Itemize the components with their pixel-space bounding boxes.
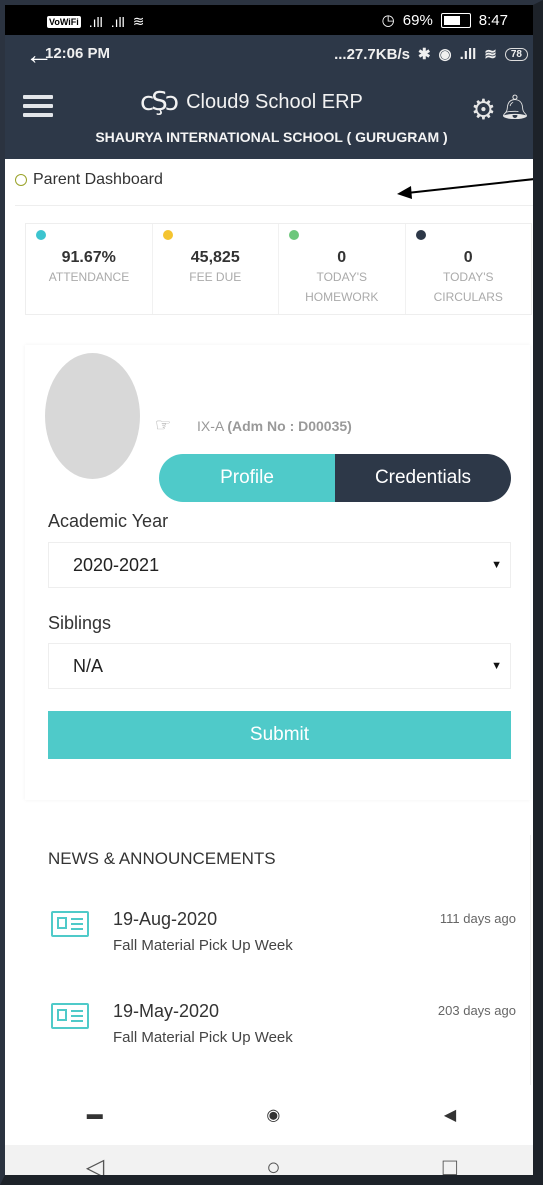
phone-frame: VoWiFi .ıll .ıll ≋ ◷ 69% 8:47 12:06 PM ←… xyxy=(0,0,543,1185)
app-name: Cloud9 School ERP xyxy=(186,90,363,113)
signal-icon-2: .ıll xyxy=(110,13,125,30)
stat-label: TODAY'S CIRCULARS xyxy=(433,270,503,304)
submit-button[interactable]: Submit xyxy=(48,711,511,759)
annotation-arrow-icon xyxy=(397,178,533,199)
news-date: 19-Aug-2020 xyxy=(113,909,218,929)
cloud-logo-icon: cŞɔ xyxy=(140,87,179,117)
siblings-value: N/A xyxy=(73,655,104,676)
battery-icon xyxy=(440,12,471,28)
hand-pointer-icon: ☞ xyxy=(155,415,172,435)
bluetooth-icon: ✱ xyxy=(417,46,431,63)
vowifi-badge: VoWiFi xyxy=(47,15,81,28)
news-ago: 203 days ago xyxy=(437,1003,516,1018)
class-info: IX-A (Adm No : D00035) xyxy=(197,418,352,434)
stat-fee-due[interactable]: 45,825 FEE DUE xyxy=(153,224,279,314)
stat-label: TODAY'S HOMEWORK xyxy=(305,270,379,304)
divider xyxy=(15,205,533,206)
menu-icon[interactable] xyxy=(23,95,53,122)
home-icon[interactable]: ○ xyxy=(266,1154,281,1176)
siblings-label: Siblings xyxy=(48,613,112,633)
breadcrumb-label: Parent Dashboard xyxy=(33,171,163,188)
academic-year-select[interactable]: 2020-2021 ▼ xyxy=(48,542,511,588)
wifi-icon: ≋ xyxy=(132,13,145,29)
stat-homework[interactable]: 0 TODAY'S HOMEWORK xyxy=(279,224,406,314)
stat-value: 0 xyxy=(463,249,473,266)
stat-label: FEE DUE xyxy=(189,270,242,284)
status-dot xyxy=(36,230,46,240)
alarm-icon: ◷ xyxy=(381,12,395,29)
wifi-icon-2: ≋ xyxy=(484,46,497,63)
recent-apps-icon[interactable]: ▬ xyxy=(87,1106,103,1124)
app-header: cŞɔ Cloud9 School ERP ⚙ 🔔︎ SHAURYA INTER… xyxy=(5,73,533,159)
tab-profile[interactable]: Profile xyxy=(159,454,335,502)
toggle-icon: ◉ xyxy=(438,46,452,63)
stat-value: 0 xyxy=(337,249,347,266)
stat-value: 45,825 xyxy=(190,249,240,266)
stat-label: ATTENDANCE xyxy=(48,270,130,284)
os-time: 8:47 xyxy=(478,11,508,29)
breadcrumb: Parent Dashboard xyxy=(15,171,163,189)
school-name: SHAURYA INTERNATIONAL SCHOOL ( GURUGRAM … xyxy=(95,129,448,145)
academic-year-label: Academic Year xyxy=(48,511,169,531)
settings-icon[interactable]: ⚙ xyxy=(471,93,496,126)
os-nav-bar: ◁ ○ □ xyxy=(5,1145,533,1176)
profile-card: ☞ IX-A (Adm No : D00035) Profile Credent… xyxy=(25,345,530,800)
avatar xyxy=(45,353,140,479)
circle-icon xyxy=(15,174,27,186)
news-section: NEWS & ANNOUNCEMENTS 19-Aug-2020 Fall Ma… xyxy=(25,835,531,1085)
caret-down-icon: ▼ xyxy=(491,559,502,571)
bell-icon[interactable]: 🔔︎ xyxy=(500,93,530,122)
stat-value: 91.67% xyxy=(61,249,116,266)
status-dot xyxy=(289,230,299,240)
status-dot xyxy=(162,230,173,240)
os-status-bar: VoWiFi .ıll .ıll ≋ ◷ 69% 8:47 xyxy=(5,5,533,35)
stat-circulars[interactable]: 0 TODAY'S CIRCULARS xyxy=(406,224,532,314)
newspaper-icon xyxy=(51,911,89,937)
newspaper-icon xyxy=(51,1003,89,1029)
class-name: IX-A xyxy=(197,418,224,434)
inner-nav-bar: ▬ ◉ ◀ xyxy=(5,1095,533,1135)
back-arrow-icon[interactable]: ← xyxy=(25,39,53,71)
news-item[interactable]: 19-May-2020 Fall Material Pick Up Week 2… xyxy=(51,999,516,1059)
signal-icon-3: .ıll xyxy=(459,45,477,63)
news-item[interactable]: 19-Aug-2020 Fall Material Pick Up Week 1… xyxy=(51,907,516,967)
signal-icon: .ıll xyxy=(88,13,103,30)
battery-percent: 69% xyxy=(402,11,433,29)
stat-attendance[interactable]: 91.67% ATTENDANCE xyxy=(26,224,153,314)
brand: cŞɔ Cloud9 School ERP xyxy=(140,87,363,117)
back-icon[interactable]: ◀ xyxy=(444,1105,456,1125)
net-speed: ...27.7KB/s xyxy=(334,45,410,63)
tab-credentials[interactable]: Credentials xyxy=(335,454,511,502)
recent-apps-icon[interactable]: □ xyxy=(443,1154,458,1176)
stats-strip: 91.67% ATTENDANCE 45,825 FEE DUE 0 TODAY… xyxy=(25,223,532,315)
news-title: NEWS & ANNOUNCEMENTS xyxy=(48,849,276,868)
caret-down-icon: ▼ xyxy=(491,660,502,672)
academic-year-value: 2020-2021 xyxy=(73,554,160,575)
news-ago: 111 days ago xyxy=(439,911,516,926)
back-icon[interactable]: ◁ xyxy=(86,1153,104,1175)
inner-time: 12:06 PM xyxy=(45,45,111,62)
news-date: 19-May-2020 xyxy=(113,1001,220,1021)
home-icon[interactable]: ◉ xyxy=(266,1105,280,1125)
status-dot xyxy=(415,230,426,240)
news-text: Fall Material Pick Up Week xyxy=(113,937,293,954)
battery-pill: 78 xyxy=(504,47,528,61)
inner-status-bar: 12:06 PM ← ...27.7KB/s ✱ ◉ .ıll ≋ 78 xyxy=(5,35,533,73)
news-text: Fall Material Pick Up Week xyxy=(113,1029,293,1046)
profile-tabs: Profile Credentials xyxy=(159,454,511,502)
admission-number: (Adm No : D00035) xyxy=(227,418,352,434)
siblings-select[interactable]: N/A ▼ xyxy=(48,643,511,689)
